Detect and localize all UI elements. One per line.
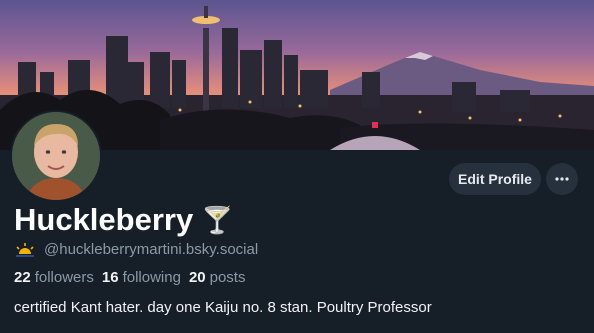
followers-link[interactable]: 22 followers (14, 269, 94, 286)
followers-label: followers (34, 269, 94, 286)
ellipsis-icon (555, 177, 569, 181)
display-name: Huckleberry 🍸 (14, 202, 234, 238)
more-options-button[interactable] (546, 163, 578, 195)
edit-profile-button[interactable]: Edit Profile (449, 163, 541, 195)
avatar[interactable] (10, 110, 102, 202)
sunrise-icon (16, 242, 34, 257)
martini-emoji: 🍸 (201, 204, 234, 235)
handle-row: @huckleberrymartini.bsky.social (14, 241, 258, 258)
following-link[interactable]: 16 following (102, 269, 181, 286)
display-name-text: Huckleberry (14, 202, 194, 237)
handle-text: @huckleberrymartini.bsky.social (44, 241, 259, 258)
posts-count: 20 (188, 269, 206, 286)
posts-label: posts (209, 269, 246, 286)
profile-stats: 22 followers 16 following 20 posts (14, 269, 245, 286)
profile-bio: certified Kant hater. day one Kaiju no. … (14, 299, 432, 316)
following-label: following (122, 269, 181, 286)
followers-count: 22 (14, 269, 31, 286)
avatar-photo (12, 112, 100, 200)
following-count: 16 (101, 269, 119, 286)
posts-stat: 20 posts (189, 269, 246, 286)
